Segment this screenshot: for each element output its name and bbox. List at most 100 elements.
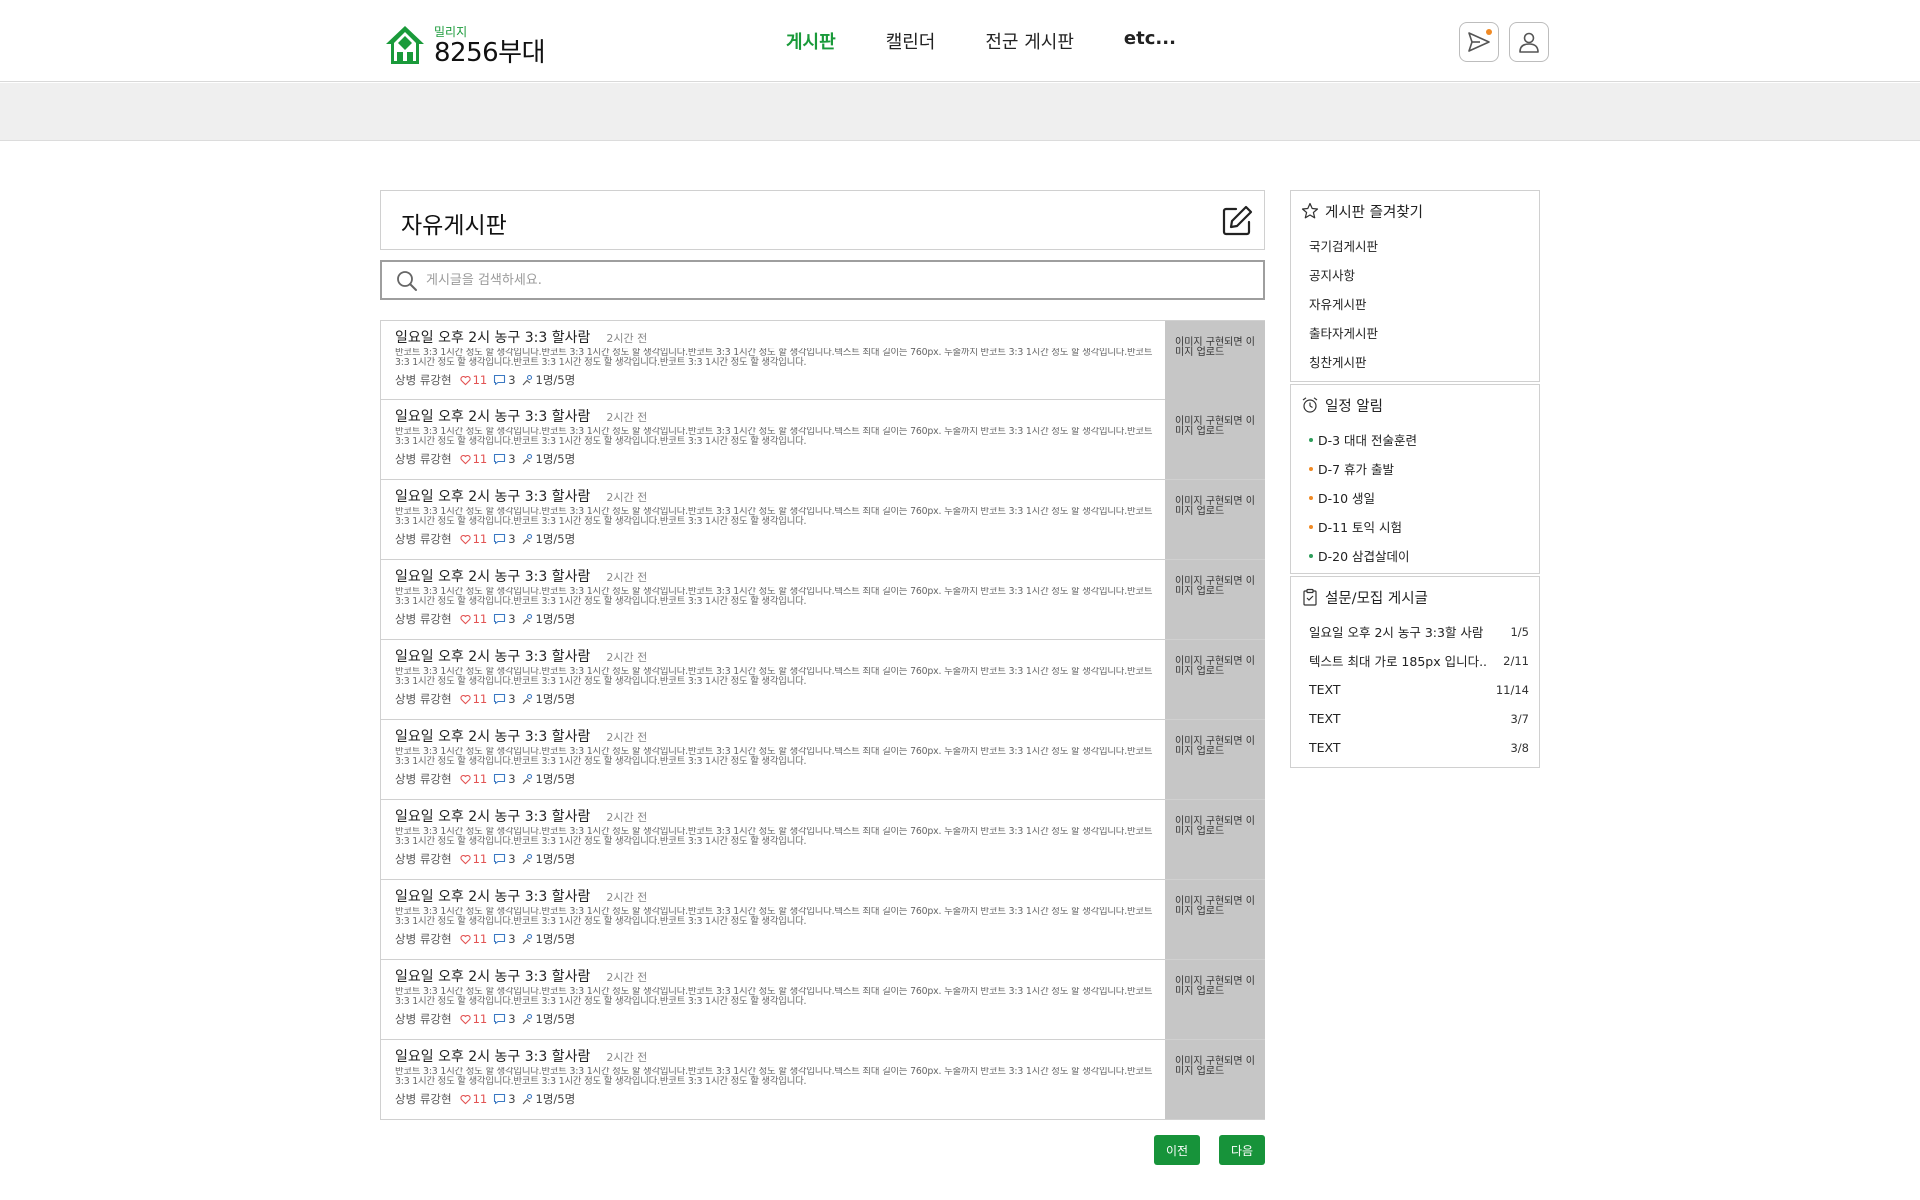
- next-page-button[interactable]: 다음: [1219, 1135, 1265, 1165]
- post-row[interactable]: 일요일 오후 2시 농구 3:3 할사람 2시간 전 반코트 3:3 1시간 정…: [380, 880, 1265, 960]
- post-time: 2시간 전: [606, 332, 648, 345]
- comments-count: 3: [508, 932, 516, 946]
- survey-label: 텍스트 최대 가로 185px 입니다..: [1309, 654, 1488, 669]
- post-list: 일요일 오후 2시 농구 3:3 할사람 2시간 전 반코트 3:3 1시간 정…: [380, 320, 1265, 1120]
- comments: 3: [493, 692, 516, 706]
- post-title: 일요일 오후 2시 농구 3:3 할사람: [395, 409, 591, 425]
- edit-icon[interactable]: [1220, 204, 1254, 238]
- post-title: 일요일 오후 2시 농구 3:3 할사람: [395, 729, 591, 745]
- schedule-item[interactable]: D-7 휴가 출발: [1309, 454, 1529, 483]
- members: 1명/5명: [522, 1011, 576, 1027]
- post-time: 2시간 전: [606, 731, 648, 744]
- favorite-item[interactable]: 칭찬게시판: [1309, 347, 1529, 376]
- schedule-item[interactable]: D-20 삼겹살데이: [1309, 541, 1529, 570]
- logo[interactable]: 밀리지 8256부대: [384, 18, 546, 66]
- survey-item[interactable]: TEXT 3/7: [1309, 704, 1529, 733]
- schedule-label: D-11 토익 시험: [1318, 520, 1402, 535]
- survey-item[interactable]: 일요일 오후 2시 농구 3:3할 사람 1/5: [1309, 617, 1529, 646]
- favorite-item[interactable]: 공지사항: [1309, 260, 1529, 289]
- heart-icon: [459, 1014, 471, 1024]
- favorite-item[interactable]: 출타자게시판: [1309, 318, 1529, 347]
- schedule-item[interactable]: D-10 생일: [1309, 483, 1529, 512]
- schedule-bullet: [1309, 437, 1313, 442]
- survey-item[interactable]: TEXT 11/14: [1309, 675, 1529, 704]
- survey-label: TEXT: [1309, 711, 1341, 726]
- post-meta: 상병 류강현 11 3 1명/5명: [395, 531, 1165, 547]
- post-row[interactable]: 일요일 오후 2시 농구 3:3 할사람 2시간 전 반코트 3:3 1시간 정…: [380, 560, 1265, 640]
- favorite-item[interactable]: 자유게시판: [1309, 289, 1529, 318]
- likes-count: 11: [472, 1012, 488, 1026]
- post-row[interactable]: 일요일 오후 2시 농구 3:3 할사람 2시간 전 반코트 3:3 1시간 정…: [380, 640, 1265, 720]
- members-count: 1명/5명: [535, 692, 576, 706]
- schedule-item[interactable]: D-11 토익 시험: [1309, 512, 1529, 541]
- post-excerpt: 반코트 3:3 1시간 정도 할 생각입니다.반코트 3:3 1시간 정도 할 …: [395, 587, 1153, 607]
- members-count: 1명/5명: [535, 1012, 576, 1026]
- post-meta: 상병 류강현 11 3 1명/5명: [395, 931, 1165, 947]
- search-input[interactable]: [426, 268, 1226, 292]
- survey-count: 1/5: [1510, 624, 1529, 639]
- post-row[interactable]: 일요일 오후 2시 농구 3:3 할사람 2시간 전 반코트 3:3 1시간 정…: [380, 480, 1265, 560]
- comments-count: 3: [508, 452, 516, 466]
- nav-etc[interactable]: etc...: [1124, 28, 1176, 54]
- profile-button[interactable]: [1509, 22, 1549, 62]
- likes-count: 11: [472, 373, 488, 387]
- comments-count: 3: [508, 692, 516, 706]
- likes-count: 11: [472, 532, 488, 546]
- prev-page-button[interactable]: 이전: [1154, 1135, 1200, 1165]
- survey-item[interactable]: TEXT 3/8: [1309, 733, 1529, 762]
- post-row[interactable]: 일요일 오후 2시 농구 3:3 할사람 2시간 전 반코트 3:3 1시간 정…: [380, 800, 1265, 880]
- post-meta: 상병 류강현 11 3 1명/5명: [395, 372, 1165, 388]
- favorite-item[interactable]: 국기검게시판: [1309, 231, 1529, 260]
- members: 1명/5명: [522, 531, 575, 547]
- likes: 11: [459, 772, 487, 786]
- comment-icon: [494, 853, 506, 865]
- post-title: 일요일 오후 2시 농구 3:3 할사람: [395, 889, 591, 905]
- post-time: 2시간 전: [606, 571, 648, 584]
- post-thumbnail: 이미지 구현되면 이미지 업로드: [1165, 720, 1265, 799]
- favorites-panel: 게시판 즐겨찾기 국기검게시판 공지사항 자유게시판 출타자게시판 칭찬게시판: [1290, 190, 1540, 382]
- post-row[interactable]: 일요일 오후 2시 농구 3:3 할사람 2시간 전 반코트 3:3 1시간 정…: [380, 400, 1265, 480]
- schedule-bullet: [1309, 466, 1313, 471]
- page-title: 자유게시판: [401, 213, 507, 239]
- comments-count: 3: [508, 1092, 516, 1106]
- nav-calendar[interactable]: 캘린더: [886, 28, 936, 54]
- comments-count: 3: [508, 852, 516, 866]
- members-count: 1명/5명: [535, 452, 576, 466]
- post-excerpt: 반코트 3:3 1시간 정도 할 생각입니다.반코트 3:3 1시간 정도 할 …: [395, 907, 1153, 927]
- nav-all-forces-board[interactable]: 전군 게시판: [985, 28, 1074, 54]
- survey-count: 11/14: [1495, 682, 1529, 697]
- likes-count: 11: [472, 852, 488, 866]
- nav-board[interactable]: 게시판: [786, 28, 836, 54]
- schedule-bullet: [1309, 553, 1313, 558]
- post-thumbnail: 이미지 구현되면 이미지 업로드: [1165, 1040, 1265, 1119]
- likes: 11: [459, 452, 487, 466]
- likes: 11: [459, 612, 487, 626]
- members-count: 1명/5명: [535, 932, 576, 946]
- member-icon: [522, 933, 532, 945]
- comments: 3: [493, 772, 516, 786]
- user-icon: [1519, 32, 1539, 53]
- members: 1명/5명: [522, 1091, 575, 1107]
- comments-count: 3: [508, 612, 516, 626]
- post-row[interactable]: 일요일 오후 2시 농구 3:3 할사람 2시간 전 반코트 3:3 1시간 정…: [380, 1040, 1265, 1120]
- survey-label: TEXT: [1309, 740, 1341, 755]
- search-bar: [380, 260, 1265, 300]
- comments: 3: [493, 532, 516, 546]
- schedule-header: 일정 알림: [1291, 385, 1539, 425]
- post-time: 2시간 전: [606, 811, 648, 824]
- schedule-item[interactable]: D-3 대대 전술훈련: [1309, 425, 1529, 454]
- comment-icon: [494, 374, 506, 386]
- comment-icon: [494, 453, 506, 465]
- post-row[interactable]: 일요일 오후 2시 농구 3:3 할사람 2시간 전 반코트 3:3 1시간 정…: [380, 720, 1265, 800]
- post-body: 일요일 오후 2시 농구 3:3 할사람 2시간 전 반코트 3:3 1시간 정…: [395, 806, 1165, 867]
- schedule-panel: 일정 알림 D-3 대대 전술훈련 D-7 휴가 출발 D-10 생일 D-11 토익…: [1290, 384, 1540, 574]
- post-meta: 상병 류강현 11 3 1명/5명: [395, 1011, 1165, 1027]
- post-row[interactable]: 일요일 오후 2시 농구 3:3 할사람 2시간 전 반코트 3:3 1시간 정…: [380, 320, 1265, 400]
- survey-item[interactable]: 텍스트 최대 가로 185px 입니다.. 2/11: [1309, 646, 1529, 675]
- post-title: 일요일 오후 2시 농구 3:3 할사람: [395, 489, 591, 505]
- messages-button[interactable]: [1459, 22, 1499, 62]
- post-excerpt: 반코트 3:3 1시간 정도 할 생각입니다.반코트 3:3 1시간 정도 할 …: [395, 348, 1153, 368]
- post-row[interactable]: 일요일 오후 2시 농구 3:3 할사람 2시간 전 반코트 3:3 1시간 정…: [380, 960, 1265, 1040]
- post-author: 상병 류강현: [395, 373, 452, 387]
- comment-icon: [494, 773, 506, 785]
